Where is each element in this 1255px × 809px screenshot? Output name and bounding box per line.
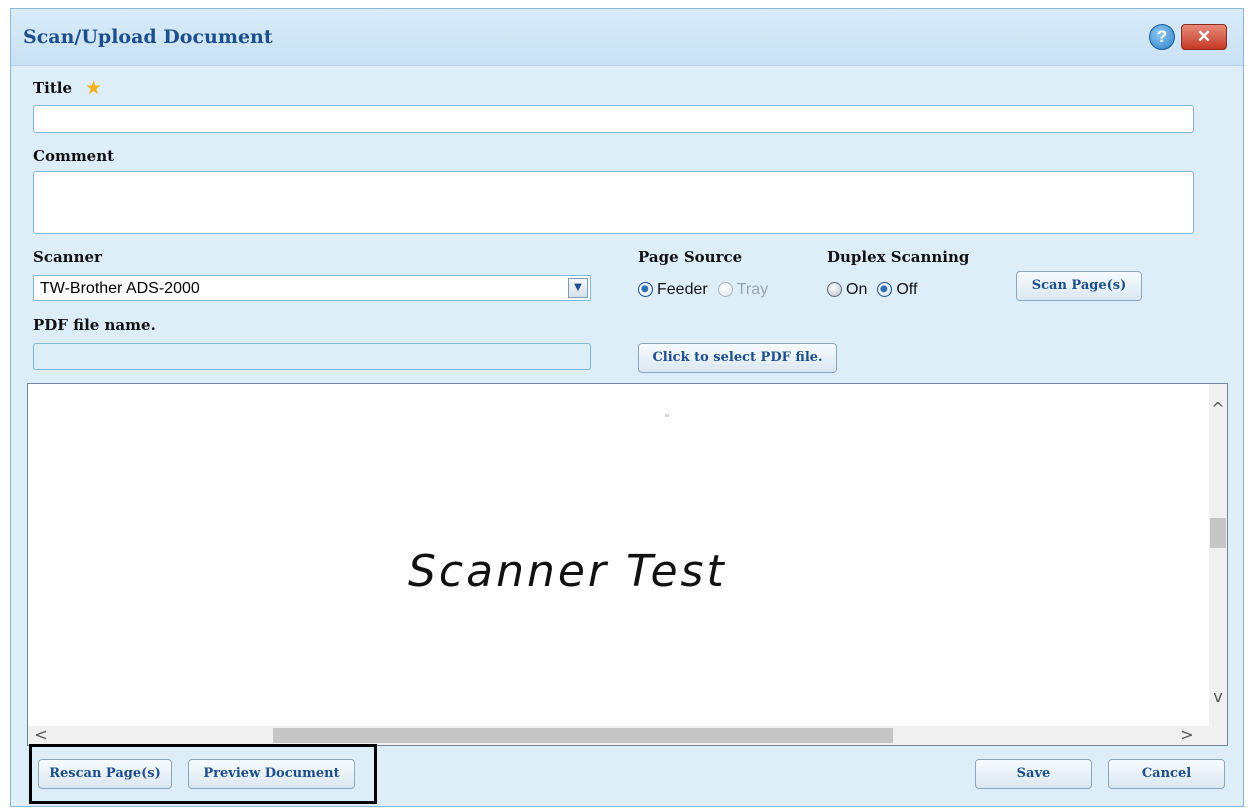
horizontal-scroll-thumb[interactable] [273, 728, 893, 743]
help-icon[interactable]: ? [1149, 24, 1175, 50]
comment-textarea[interactable] [33, 171, 1194, 234]
scan-speck [665, 414, 669, 417]
rescan-pages-button[interactable]: Rescan Page(s) [38, 759, 172, 789]
vertical-scroll-thumb[interactable] [1210, 518, 1226, 548]
dialog-title: Scan/Upload Document [23, 26, 273, 48]
title-input[interactable] [33, 105, 1194, 133]
duplex-radio-group: On Off [827, 279, 927, 299]
scroll-down-icon[interactable]: v [1209, 688, 1227, 706]
scan-preview-panel[interactable]: Scanner Test ^ v < > [27, 383, 1228, 746]
cancel-button[interactable]: Cancel [1108, 759, 1225, 789]
select-pdf-file-button[interactable]: Click to select PDF file. [638, 343, 837, 373]
scan-pages-button[interactable]: Scan Page(s) [1016, 271, 1142, 301]
page-source-label: Page Source [638, 248, 743, 266]
radio-feeder[interactable] [638, 282, 653, 297]
radio-duplex-off-label[interactable]: Off [896, 281, 917, 299]
radio-feeder-label[interactable]: Feeder [657, 281, 708, 299]
dialog-titlebar: Scan/Upload Document ? ✕ [11, 9, 1243, 66]
scanner-select[interactable]: TW-Brother ADS-2000 ▼ [33, 275, 591, 301]
scroll-up-icon[interactable]: ^ [1209, 400, 1227, 418]
scanner-selected-value: TW-Brother ADS-2000 [40, 280, 200, 297]
close-icon[interactable]: ✕ [1181, 24, 1227, 50]
radio-duplex-on-label[interactable]: On [846, 281, 867, 299]
pdf-file-name-input[interactable] [33, 343, 591, 370]
radio-duplex-on[interactable] [827, 282, 842, 297]
star-icon: ★ [85, 77, 103, 99]
scanner-label: Scanner [33, 248, 102, 266]
save-button[interactable]: Save [975, 759, 1092, 789]
pdf-file-name-label: PDF file name. [33, 316, 156, 334]
scroll-left-icon[interactable]: < [32, 726, 50, 744]
radio-tray [717, 282, 733, 297]
scan-upload-dialog: Scan/Upload Document ? ✕ Title ★ Comment… [10, 8, 1244, 807]
page-source-radio-group: Feeder Tray [638, 279, 778, 299]
title-label: Title [33, 79, 73, 97]
comment-label: Comment [33, 147, 115, 165]
radio-tray-label: Tray [736, 280, 769, 298]
horizontal-scrollbar[interactable]: < > [28, 726, 1210, 745]
vertical-scrollbar[interactable]: ^ v [1209, 384, 1227, 727]
scroll-right-icon[interactable]: > [1178, 726, 1196, 744]
scrollbar-corner [1209, 726, 1227, 745]
chevron-down-icon[interactable]: ▼ [568, 278, 588, 298]
scanned-page-text: Scanner Test [408, 546, 727, 597]
preview-document-button[interactable]: Preview Document [188, 759, 355, 789]
radio-duplex-off[interactable] [877, 282, 893, 297]
duplex-scanning-label: Duplex Scanning [827, 248, 970, 266]
